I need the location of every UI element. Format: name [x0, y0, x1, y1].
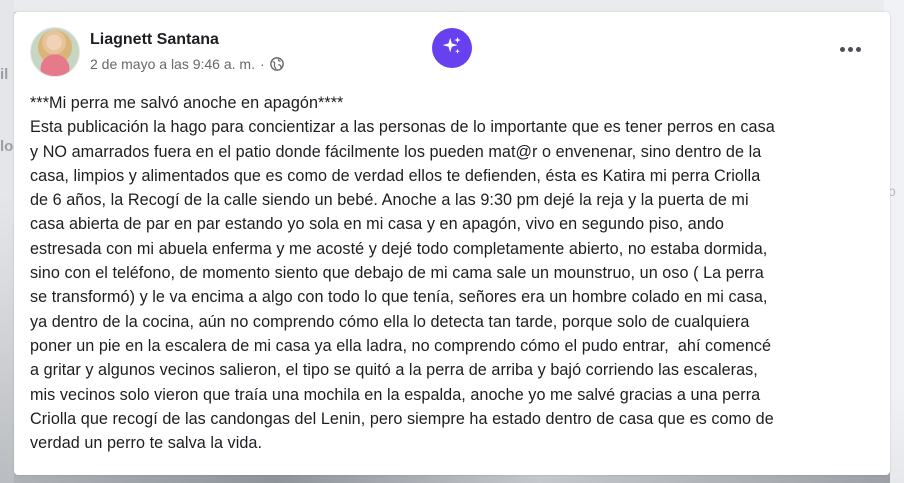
post-author[interactable]: Liagnett Santana: [90, 31, 219, 49]
post-timestamp[interactable]: 2 de mayo a las 9:46 a. m.: [90, 56, 255, 72]
post-card: Liagnett Santana 2 de mayo a las 9:46 a.…: [14, 12, 890, 475]
post-text: ***Mi perra me salvó anoche en apagón***…: [30, 94, 775, 453]
sparkle-icon: [441, 35, 463, 62]
globe-icon[interactable]: [269, 57, 284, 71]
ellipsis-dot: [847, 46, 853, 52]
background-text-fragment: il: [0, 66, 9, 83]
ellipsis-icon: [839, 46, 845, 52]
ellipsis-dot: [855, 46, 861, 52]
background-page: [14, 0, 890, 12]
background-text-fragment: lo: [0, 138, 14, 155]
more-options-button[interactable]: [832, 36, 868, 62]
meta-separator: ·: [259, 56, 265, 72]
background-left-edge: il lo: [0, 0, 14, 483]
ai-assistant-button[interactable]: [432, 28, 472, 68]
avatar[interactable]: [30, 27, 80, 77]
post-meta: 2 de mayo a las 9:46 a. m. ·: [90, 56, 284, 72]
